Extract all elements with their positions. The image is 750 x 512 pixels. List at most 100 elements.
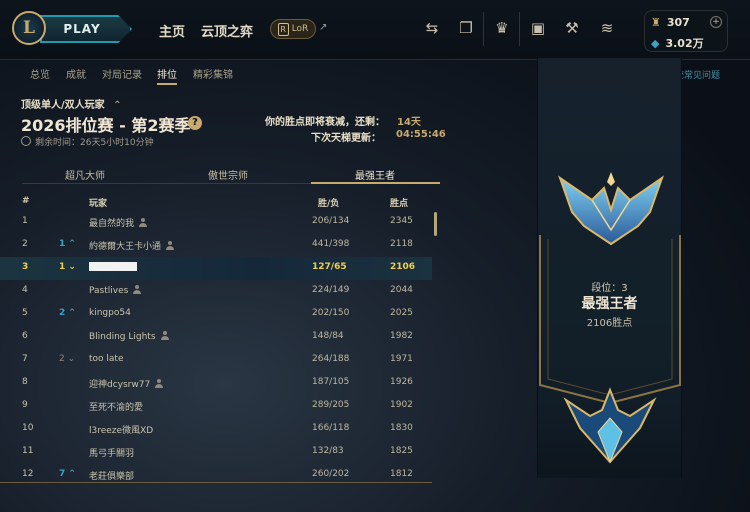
rank-cell: 11 (22, 446, 34, 456)
friend-icon (160, 331, 169, 340)
col-winloss: 胜/负 (318, 199, 340, 209)
tab-grandmaster[interactable]: 傲世宗师 (168, 167, 288, 182)
winloss-cell: 202/150 (312, 308, 350, 318)
rank-cell: 5 (22, 308, 28, 318)
chevron-icon: ⌃ (113, 100, 122, 111)
league-logo-icon[interactable]: L (12, 11, 46, 45)
winloss-cell: 148/84 (312, 331, 344, 341)
lp-cell: 2118 (390, 239, 413, 249)
essence-row: ♜ 307 (651, 16, 690, 29)
table-row[interactable]: 11 馬弓手關羽 132/83 1825 (0, 441, 432, 464)
info-icon[interactable]: ? (188, 116, 202, 130)
player-name: 最自然的我 (89, 216, 148, 229)
update-label: 下次天梯更新： (311, 133, 381, 144)
lp-cell: 2345 (390, 216, 413, 226)
divider (483, 12, 484, 46)
add-currency-button[interactable]: + (710, 16, 722, 28)
player-name-text: 馬弓手關羽 (89, 449, 135, 459)
player-name: 至死不渝的愛 (89, 400, 143, 413)
lp-cell: 2025 (390, 308, 413, 318)
lp-cell: 1830 (390, 423, 413, 433)
winloss-cell: 187/105 (312, 377, 350, 387)
tab-challenger[interactable]: 最强王者 (315, 167, 435, 182)
winloss-cell: 441/398 (312, 239, 350, 249)
arrow-up-icon: ⌃ (68, 469, 76, 479)
table-row[interactable]: 9 至死不渝的愛 289/205 1902 (0, 395, 432, 418)
rank-change-value: 1 (59, 262, 66, 272)
rank-cell: 4 (22, 285, 28, 295)
player-name: 老莊俱樂部 (89, 469, 134, 482)
rank-change-value: 7 (59, 469, 66, 479)
tab-match-history[interactable]: 对局记录 (102, 66, 142, 81)
lp-cell: 1982 (390, 331, 413, 341)
winloss-cell: 206/134 (312, 216, 350, 226)
winloss-cell: 260/202 (312, 469, 350, 479)
scrollbar[interactable] (434, 212, 437, 236)
table-row[interactable]: 2 1 ⌃ 約德爾大王卡小通 441/398 2118 (0, 234, 432, 257)
coins-icon[interactable]: ≋ (598, 19, 616, 37)
nav-tft[interactable]: 云顶之弈 (201, 21, 253, 40)
rank-cell: 10 (22, 423, 34, 433)
play-button-label: PLAY (63, 22, 101, 36)
currency-box: ♜ 307 + ◆ 3.02万 (644, 10, 728, 52)
tier-active-indicator (311, 182, 440, 184)
tab-ranked[interactable]: 排位 (157, 66, 177, 85)
nav-home[interactable]: 主页 (159, 21, 185, 40)
player-name-text: 老莊俱樂部 (89, 472, 135, 482)
rank-lp: 2106胜点 (586, 318, 633, 329)
table-row[interactable]: 8 迎神dcysrw77 187/105 1926 (0, 372, 432, 395)
player-name: 馬弓手關羽 (89, 446, 134, 459)
table-row[interactable]: 6 Blinding Lights 148/84 1982 (0, 326, 432, 349)
winloss-cell: 166/118 (312, 423, 350, 433)
clash-icon[interactable]: ❐ (457, 19, 475, 37)
table-row[interactable]: 3 1 ⌄ 127/65 2106 (0, 257, 432, 280)
player-name-text: l3reeze微風XD (89, 426, 154, 436)
rank-cell: 2 (22, 239, 28, 249)
champion-icon[interactable]: ♛ (493, 19, 511, 37)
play-button[interactable]: PLAY (40, 15, 132, 43)
player-name: 約德爾大王卡小通 (89, 239, 175, 252)
lor-button[interactable]: R LoR (270, 19, 316, 39)
player-name-text: 迎神dcysrw77 (89, 380, 151, 390)
remaining-text: 剩余时间：26天5小时10分钟 (35, 138, 154, 148)
loot-icon[interactable]: ▣ (529, 19, 547, 37)
winloss-cell: 264/188 (312, 354, 350, 364)
winloss-cell: 224/149 (312, 285, 350, 295)
crafting-icon[interactable]: ⚒ (563, 19, 581, 37)
lp-cell: 2044 (390, 285, 413, 295)
lp-cell: 1971 (390, 354, 413, 364)
queue-selector[interactable]: 顶级单人/双人玩家 ⌃ (21, 96, 122, 111)
tab-master[interactable]: 超凡大师 (25, 167, 145, 182)
rp-icon: ◆ (651, 36, 660, 50)
table-row[interactable]: 10 l3reeze微風XD 166/118 1830 (0, 418, 432, 441)
rank-tier: 最强王者 (581, 296, 638, 312)
table-row[interactable]: 1 最自然的我 206/134 2345 (0, 211, 432, 234)
lor-label: LoR (291, 24, 309, 34)
lp-cell: 1926 (390, 377, 413, 387)
player-name-text: kingpo54 (89, 308, 131, 318)
external-link-icon[interactable]: ↗ (319, 22, 327, 33)
trade-icon[interactable]: ⇆ (423, 19, 441, 37)
tab-overview[interactable]: 总览 (30, 66, 50, 81)
rank-change-value: 2 (59, 308, 66, 318)
rank-cell: 12 (22, 469, 34, 479)
table-row[interactable]: 5 2 ⌃ kingpo54 202/150 2025 (0, 303, 432, 326)
table-row[interactable]: 12 7 ⌃ 老莊俱樂部 260/202 1812 (0, 464, 432, 487)
table-row[interactable]: 4 Pastlives 224/149 2044 (0, 280, 432, 303)
rank-cell: 1 (22, 216, 28, 226)
player-name: 迎神dcysrw77 (89, 377, 164, 390)
divider (519, 12, 520, 46)
table-bottom-line (0, 482, 432, 483)
tab-achievements[interactable]: 成就 (66, 66, 86, 81)
arrow-up-icon: ⌃ (68, 239, 76, 249)
season-title: 2026排位赛 - 第2赛季 (21, 116, 191, 135)
rank-change-value: 1 (59, 239, 66, 249)
lp-cell: 1812 (390, 469, 413, 479)
rank-cell: 6 (22, 331, 28, 341)
table-row[interactable]: 7 2 ⌄ too late 264/188 1971 (0, 349, 432, 372)
tab-highlights[interactable]: 精彩集锦 (193, 66, 233, 81)
player-name: l3reeze微風XD (89, 423, 153, 436)
arrow-down-icon: ⌄ (68, 262, 76, 272)
rank-cell: 9 (22, 400, 28, 410)
friend-icon (155, 379, 164, 388)
